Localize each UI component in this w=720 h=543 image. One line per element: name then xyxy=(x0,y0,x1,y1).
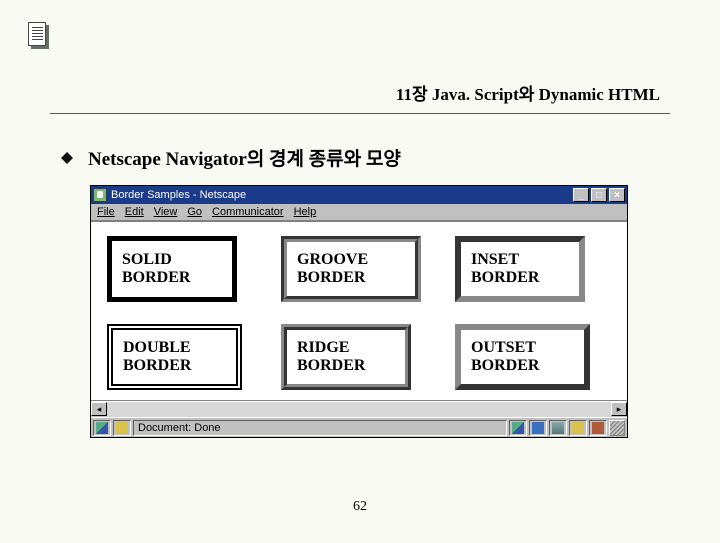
menubar: File Edit View Go Communicator Help xyxy=(91,204,627,221)
sample-outset: OUTSET BORDER xyxy=(455,324,590,390)
netscape-app-icon xyxy=(93,188,107,202)
tray-icon-3[interactable] xyxy=(549,420,567,436)
sample-label: GROOVE BORDER xyxy=(297,251,368,286)
chapter-title: 11장 Java. Script와 Dynamic HTML xyxy=(50,80,670,105)
resize-grip[interactable] xyxy=(609,420,625,436)
bullet-icon xyxy=(60,151,74,165)
netscape-window: Border Samples - Netscape _ □ × File Edi… xyxy=(90,185,628,438)
sample-ridge: RIDGE BORDER xyxy=(281,324,411,390)
tray-icon-5[interactable] xyxy=(589,420,607,436)
maximize-button[interactable]: □ xyxy=(591,188,607,202)
menu-go[interactable]: Go xyxy=(187,206,202,218)
sample-label: INSET BORDER xyxy=(471,251,539,286)
content-area: SOLID BORDER GROOVE BORDER INSET BORDER xyxy=(91,221,627,401)
window-title: Border Samples - Netscape xyxy=(111,189,573,201)
tray-icon-1[interactable] xyxy=(509,420,527,436)
bullet-text: Netscape Navigator의 경계 종류와 모양 xyxy=(88,144,401,171)
page-number: 62 xyxy=(0,499,720,515)
menu-file[interactable]: File xyxy=(97,206,115,218)
scroll-track[interactable] xyxy=(107,402,611,417)
sample-label: RIDGE BORDER xyxy=(297,339,365,374)
window-buttons: _ □ × xyxy=(573,188,625,202)
document-stack-icon xyxy=(28,22,46,46)
tray-icon-2[interactable] xyxy=(529,420,547,436)
scroll-left-button[interactable]: ◂ xyxy=(91,402,107,416)
sample-inset: INSET BORDER xyxy=(455,236,585,302)
bullet-row: Netscape Navigator의 경계 종류와 모양 xyxy=(50,144,670,171)
menu-communicator[interactable]: Communicator xyxy=(212,206,284,218)
minimize-button[interactable]: _ xyxy=(573,188,589,202)
scroll-right-button[interactable]: ▸ xyxy=(611,402,627,416)
titlebar: Border Samples - Netscape _ □ × xyxy=(91,186,627,204)
status-message: Document: Done xyxy=(133,420,507,436)
tray-icon-4[interactable] xyxy=(569,420,587,436)
slide-body: 11장 Java. Script와 Dynamic HTML Netscape … xyxy=(0,0,720,438)
statusbar: Document: Done xyxy=(91,417,627,437)
menu-help[interactable]: Help xyxy=(294,206,317,218)
sample-solid: SOLID BORDER xyxy=(107,236,237,302)
sample-label: SOLID BORDER xyxy=(122,251,190,286)
menu-view[interactable]: View xyxy=(154,206,178,218)
sample-double: DOUBLE BORDER xyxy=(107,324,242,390)
status-security-icon[interactable] xyxy=(93,420,111,436)
status-lock-icon[interactable] xyxy=(113,420,131,436)
horizontal-scrollbar[interactable]: ◂ ▸ xyxy=(91,401,627,417)
menu-edit[interactable]: Edit xyxy=(125,206,144,218)
sample-groove: GROOVE BORDER xyxy=(281,236,421,302)
sample-label: OUTSET BORDER xyxy=(471,339,539,374)
close-button[interactable]: × xyxy=(609,188,625,202)
title-divider xyxy=(50,113,670,114)
border-samples-grid: SOLID BORDER GROOVE BORDER INSET BORDER xyxy=(107,236,611,390)
sample-label: DOUBLE BORDER xyxy=(123,339,191,374)
